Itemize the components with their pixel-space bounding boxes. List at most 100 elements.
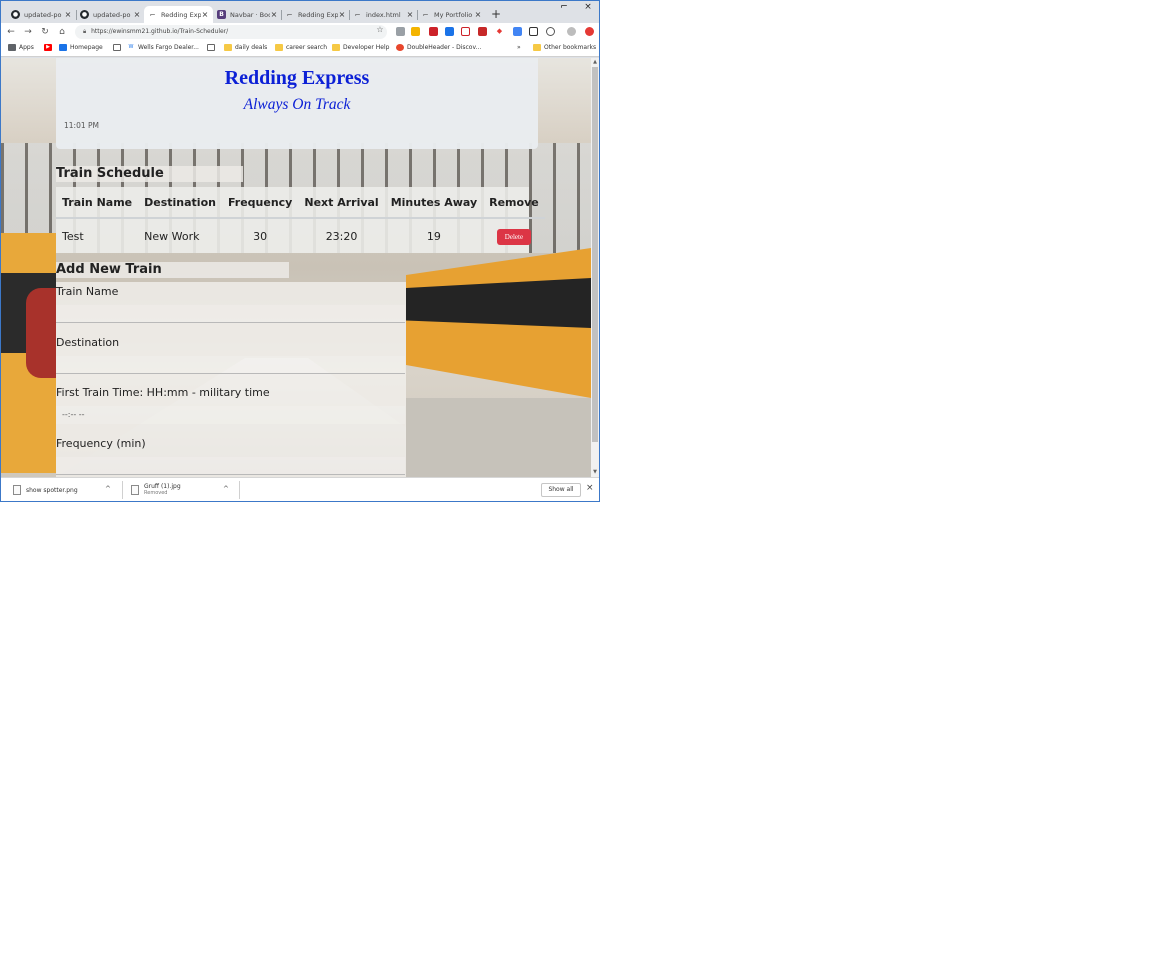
first-train-time-input[interactable]: --:-- --: [56, 406, 405, 424]
extension-icon[interactable]: [445, 27, 454, 36]
apps-grid-icon: [8, 44, 16, 51]
page-icon: [207, 44, 215, 51]
cell-remove: Delete: [483, 217, 545, 253]
github-icon: ●: [80, 10, 89, 19]
tab-label: index.html: [366, 10, 401, 19]
chevron-up-icon[interactable]: ^: [223, 485, 229, 493]
screenshot-icon[interactable]: [529, 27, 538, 36]
column-header-frequency: Frequency: [221, 187, 299, 219]
close-tab-icon[interactable]: ×: [270, 10, 278, 19]
column-header-train-name: Train Name: [56, 187, 139, 219]
tab-index-html[interactable]: ⌐ index.html ×: [349, 6, 418, 23]
scroll-down-icon[interactable]: ▼: [591, 468, 599, 476]
folder-icon: [275, 44, 283, 51]
download-filename-text: Gruff (1).jpg: [144, 483, 181, 490]
add-train-heading: Add New Train: [56, 262, 289, 278]
other-bookmarks[interactable]: Other bookmarks: [533, 44, 596, 51]
extension-icon[interactable]: [396, 27, 405, 36]
browser-window: ● updated-po × ● updated-po × ⌐ Redding …: [0, 0, 600, 502]
chevron-up-icon[interactable]: ^: [105, 485, 111, 493]
page-icon: W: [127, 44, 135, 51]
bookmark-youtube[interactable]: ▶: [44, 44, 55, 51]
cell-next-arrival: 23:20: [298, 217, 385, 253]
bookmark-folder-career-search[interactable]: career search: [275, 44, 327, 51]
bookmarks-overflow-button[interactable]: »: [517, 44, 521, 51]
scroll-thumb[interactable]: [592, 67, 598, 442]
bookmark-folder-developer-help[interactable]: Developer Help: [332, 44, 389, 51]
pen-icon[interactable]: [513, 27, 522, 36]
close-tab-icon[interactable]: ×: [406, 10, 414, 19]
bookmark-star-icon[interactable]: ☆: [374, 23, 386, 37]
tab-updated-portfolio-1[interactable]: ● updated-po ×: [7, 6, 76, 23]
frequency-input[interactable]: [56, 457, 405, 475]
cell-minutes-away: 19: [384, 217, 484, 253]
close-window-icon[interactable]: ×: [581, 2, 595, 12]
tab-label: Redding Exp: [298, 10, 338, 19]
folder-icon: [224, 44, 232, 51]
github-icon: ●: [11, 10, 20, 19]
page-icon: ⌐: [286, 10, 293, 19]
forward-arrow-icon[interactable]: →: [22, 25, 34, 39]
train-name-label: Train Name: [56, 285, 119, 298]
reload-icon[interactable]: ↻: [39, 25, 51, 39]
show-all-button[interactable]: Show all: [541, 483, 581, 497]
bookmark-page[interactable]: [207, 44, 218, 51]
tab-my-portfolio[interactable]: ⌐ My Portfolio ×: [417, 6, 486, 23]
shield-icon[interactable]: [478, 27, 487, 36]
extension-icon[interactable]: [546, 27, 555, 36]
bookmarks-bar: Apps ▶ Homepage W Wells Fargo Dealer... …: [1, 41, 599, 57]
cell-train-name: Test: [56, 217, 139, 253]
back-arrow-icon[interactable]: ←: [5, 25, 17, 39]
home-icon[interactable]: ⌂: [56, 25, 68, 39]
download-item[interactable]: Gruff (1).jpg Removed: [131, 482, 181, 498]
close-tab-icon[interactable]: ×: [338, 10, 346, 19]
page-scrollbar[interactable]: ▲ ▼: [591, 58, 599, 477]
tab-label: updated-po: [93, 10, 131, 19]
bookmark-wells-fargo[interactable]: W Wells Fargo Dealer...: [127, 44, 199, 51]
close-tab-icon[interactable]: ×: [474, 10, 482, 19]
new-tab-button[interactable]: +: [490, 7, 502, 21]
tab-redding-express-2[interactable]: ⌐ Redding Exp ×: [281, 6, 350, 23]
close-tab-icon[interactable]: ×: [64, 10, 72, 19]
close-tab-icon[interactable]: ×: [133, 10, 141, 19]
scroll-up-icon[interactable]: ▲: [591, 58, 599, 66]
bookmark-homepage[interactable]: Homepage: [59, 44, 103, 51]
first-train-time-label: First Train Time: HH:mm - military time: [56, 386, 270, 399]
destination-input[interactable]: [56, 356, 405, 374]
divider: [239, 481, 240, 499]
profile-avatar-icon[interactable]: [567, 27, 576, 36]
url-text: https://ewinsmm21.github.io/Train-Schedu…: [91, 28, 229, 35]
page-icon: [396, 44, 404, 51]
drive-icon[interactable]: [411, 27, 420, 36]
extension-icon[interactable]: [461, 27, 470, 36]
add-train-form: Train Name Destination First Train Time:…: [56, 282, 406, 477]
tab-navbar-bootstrap[interactable]: B Navbar · Boo ×: [213, 6, 282, 23]
close-icon[interactable]: ×: [586, 483, 594, 493]
maximize-icon[interactable]: ⌐: [557, 2, 571, 12]
bookmark-label: Homepage: [70, 44, 103, 51]
tab-redding-express-active[interactable]: ⌐ Redding Exp ×: [144, 6, 213, 23]
delete-button[interactable]: Delete: [496, 228, 532, 245]
bookmark-doubleheader[interactable]: DoubleHeader - Discov...: [396, 44, 481, 51]
train-name-input[interactable]: [56, 305, 405, 323]
bookmark-apps[interactable]: Apps: [8, 44, 34, 51]
schedule-heading: Train Schedule: [56, 166, 243, 182]
bootstrap-icon: B: [217, 10, 226, 19]
schedule-table: Train Name Destination Frequency Next Ar…: [56, 187, 545, 253]
download-item[interactable]: show spotter.png: [13, 482, 78, 498]
tab-updated-portfolio-2[interactable]: ● updated-po ×: [76, 6, 145, 23]
page-icon: ⌐: [354, 10, 361, 19]
bookmark-page[interactable]: [113, 44, 124, 51]
close-tab-icon[interactable]: ×: [201, 10, 209, 19]
menu-alert-icon[interactable]: [585, 27, 594, 36]
address-bar[interactable]: 🔒︎ https://ewinsmm21.github.io/Train-Sch…: [75, 25, 387, 39]
download-filename: show spotter.png: [26, 486, 78, 494]
bookmark-label: Other bookmarks: [544, 44, 597, 51]
browser-toolbar: ← → ↻ ⌂ 🔒︎ https://ewinsmm21.github.io/T…: [1, 23, 599, 41]
extension-icon[interactable]: ◆: [495, 27, 504, 36]
page-icon: ⌐: [422, 10, 429, 19]
file-icon: [13, 485, 21, 495]
lastpass-icon[interactable]: [429, 27, 438, 36]
bookmark-label: daily deals: [235, 44, 268, 51]
bookmark-folder-daily-deals[interactable]: daily deals: [224, 44, 267, 51]
